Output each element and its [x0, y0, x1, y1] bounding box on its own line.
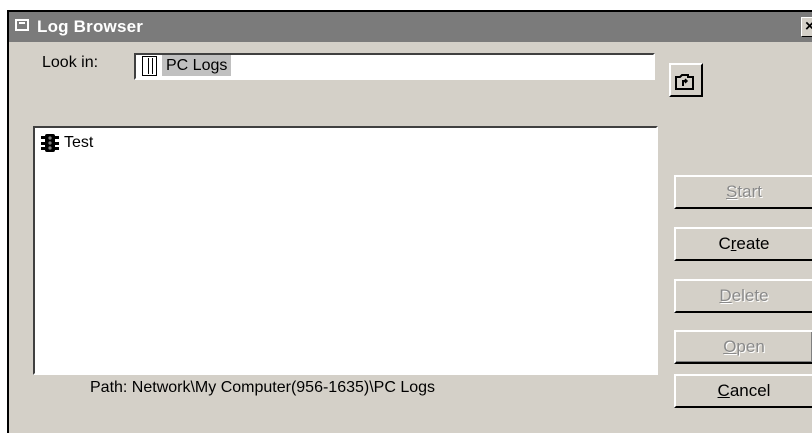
look-in-label: Look in:: [42, 54, 99, 71]
traffic-light-icon: [41, 134, 59, 152]
close-icon: ×: [805, 18, 812, 35]
log-folder-icon: [142, 56, 157, 76]
look-in-combobox[interactable]: PC Logs: [134, 53, 655, 80]
log-list[interactable]: Test: [33, 126, 658, 375]
delete-button[interactable]: Delete: [674, 279, 812, 313]
window-icon: [15, 19, 29, 31]
up-one-level-button[interactable]: [669, 63, 703, 97]
window-title: Log Browser: [37, 17, 144, 36]
create-button[interactable]: Create: [674, 227, 812, 261]
cancel-button[interactable]: Cancel: [674, 374, 812, 408]
list-item-label: Test: [64, 134, 94, 151]
close-button[interactable]: ×: [801, 17, 812, 37]
log-browser-window: Log Browser × Look in: PC Logs: [7, 10, 812, 433]
path-label: Path: Network\My Computer(956-1635)\PC L…: [90, 379, 436, 396]
look-in-value: PC Logs: [162, 55, 232, 76]
title-bar[interactable]: Log Browser ×: [9, 12, 812, 42]
start-button[interactable]: Start: [674, 175, 812, 209]
up-one-level-icon: [675, 74, 694, 90]
open-button[interactable]: Open: [674, 330, 812, 364]
